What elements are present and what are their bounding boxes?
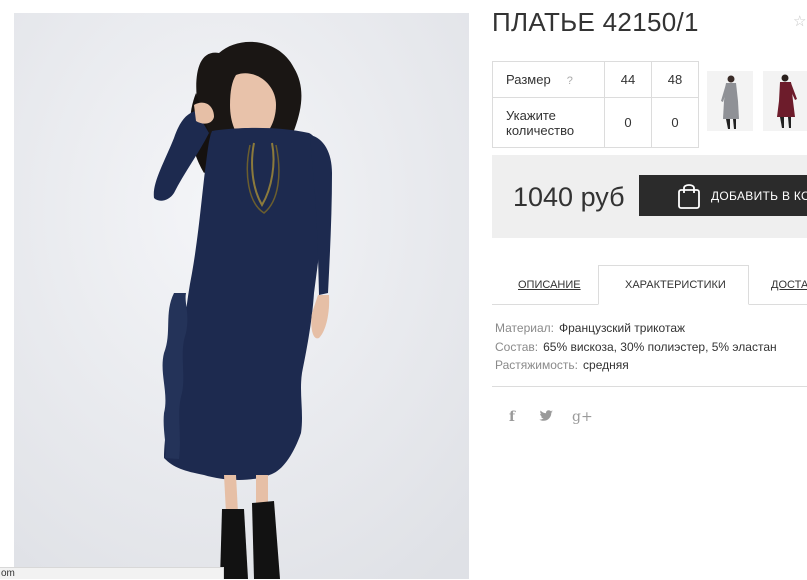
help-icon[interactable]: ? [567, 75, 573, 87]
product-title: ПЛАТЬЕ 42150/1 [492, 7, 699, 37]
quantity-input-44[interactable]: 0 [604, 97, 652, 148]
section-divider [492, 386, 807, 387]
quantity-input-48[interactable]: 0 [651, 97, 699, 148]
tab-delivery[interactable]: ДОСТАВКА [771, 279, 807, 291]
quantity-label-cell: Укажите количество [492, 97, 605, 148]
quantity-label-line1: Укажите [506, 107, 556, 123]
size-quantity-table: Размер? 44 48 Укажите количество 0 0 [492, 61, 699, 148]
size-label: Размер [506, 72, 551, 87]
size-option-48: 48 [651, 61, 699, 98]
twitter-icon[interactable] [539, 409, 553, 425]
star-icon[interactable]: ☆ [793, 12, 806, 30]
status-bar-url: om [0, 567, 224, 579]
burgundy-dress-thumbnail[interactable] [763, 71, 807, 131]
grey-dress-thumbnail[interactable] [707, 71, 753, 131]
spec-key: Состав: [495, 340, 539, 354]
tab-description[interactable]: ОПИСАНИЕ [518, 279, 581, 291]
tab-characteristics[interactable]: ХАРАКТЕРИСТИКИ [625, 279, 726, 291]
add-to-cart-button[interactable]: ДОБАВИТЬ В КОРЗИНУ [639, 175, 807, 216]
spec-value: 65% вискоза, 30% полиэстер, 5% эластан [543, 340, 777, 354]
shopping-bag-icon [677, 182, 701, 215]
add-to-cart-label: ДОБАВИТЬ В КОРЗИНУ [711, 189, 807, 203]
spec-row: Растяжимость: средняя [495, 358, 629, 372]
size-label-cell: Размер? [492, 61, 605, 98]
spec-row: Состав: 65% вискоза, 30% полиэстер, 5% эл… [495, 340, 777, 354]
spec-value: средняя [583, 358, 629, 372]
purchase-box: 1040 руб ДОБАВИТЬ В КОРЗИНУ [492, 155, 807, 238]
spec-key: Материал: [495, 321, 554, 335]
product-photo[interactable] [14, 13, 469, 579]
google-plus-icon[interactable]: g+ [572, 409, 593, 425]
size-option-44: 44 [604, 61, 652, 98]
spec-value: Французский трикотаж [558, 321, 686, 335]
spec-row: Материал: Французский трикотаж [495, 321, 685, 335]
quantity-label-line2: количество [506, 122, 575, 138]
spec-key: Растяжимость: [495, 358, 579, 372]
price: 1040 руб [513, 182, 625, 212]
facebook-icon[interactable]: f [509, 409, 515, 425]
